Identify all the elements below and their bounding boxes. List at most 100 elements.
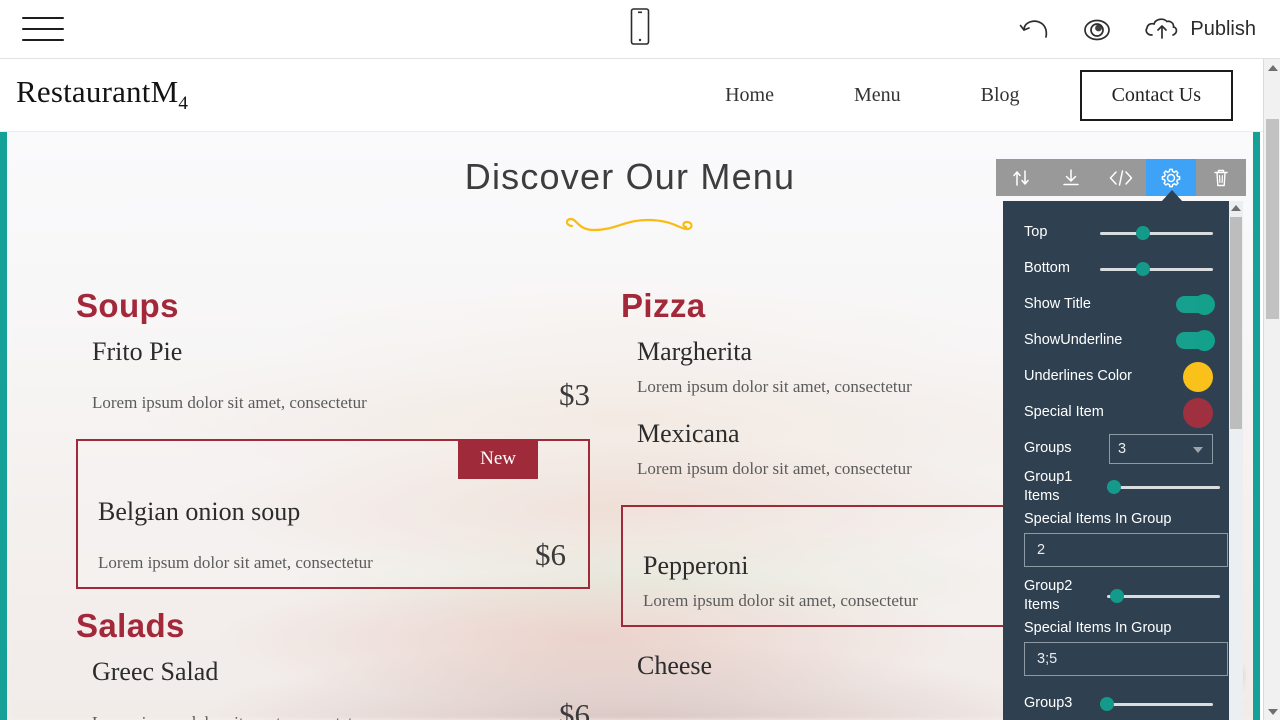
menu-column-left: Soups Frito Pie Lorem ipsum dolor sit am… — [7, 287, 590, 720]
nav-item-home[interactable]: Home — [685, 84, 814, 107]
setting-row-show-title: Show Title — [1024, 287, 1215, 322]
item-description: Lorem ipsum dolor sit amet, consectetur — [92, 713, 367, 720]
nav-item-menu[interactable]: Menu — [814, 84, 941, 107]
brand-suffix: 4 — [178, 93, 189, 115]
setting-row-group3: Group3 — [1024, 686, 1213, 720]
group3-items-slider[interactable] — [1100, 696, 1213, 711]
group2-items-slider[interactable] — [1106, 588, 1220, 603]
hamburger-menu-icon[interactable] — [22, 14, 64, 44]
selection-guide-left — [0, 132, 7, 720]
setting-row-special-item: Special Item — [1024, 395, 1213, 430]
bottom-padding-slider[interactable] — [1100, 261, 1213, 276]
show-underline-toggle[interactable] — [1176, 330, 1215, 351]
setting-label: Underlines Color — [1024, 368, 1132, 385]
menu-item[interactable]: Frito Pie Lorem ipsum dolor sit amet, co… — [76, 331, 590, 429]
slider-knob[interactable] — [1109, 588, 1124, 603]
scroll-up-arrow-icon[interactable] — [1229, 201, 1243, 215]
menu-group-salads: Salads Greec Salad Lorem ipsum dolor sit… — [76, 607, 590, 720]
groups-select[interactable]: 3 — [1109, 433, 1213, 464]
panel-caret — [1161, 190, 1183, 202]
slider-knob[interactable] — [1106, 479, 1121, 494]
setting-label: Group3 — [1024, 695, 1073, 712]
slider-track — [1100, 231, 1213, 235]
undo-arrow-icon[interactable] — [1018, 16, 1052, 44]
special-items-group2-input[interactable]: 3;5 — [1024, 642, 1228, 677]
settings-panel: Top Bottom Show Title ShowUnderline Unde… — [1003, 201, 1243, 720]
setting-row-bottom: Bottom — [1024, 251, 1213, 286]
download-icon[interactable] — [1046, 159, 1096, 196]
nav-item-blog[interactable]: Blog — [941, 84, 1060, 107]
new-badge: New — [458, 439, 538, 479]
site-navigation: Home Menu Blog Contact Us — [685, 59, 1233, 132]
setting-row-underlines-color: Underlines Color — [1024, 359, 1213, 394]
slider-knob[interactable] — [1136, 225, 1150, 240]
site-header: RestaurantM4 Home Menu Blog Contact Us — [0, 59, 1263, 132]
application-toolbar: Publish — [0, 0, 1280, 59]
hamburger-line — [22, 28, 64, 30]
settings-panel-body: Top Bottom Show Title ShowUnderline Unde… — [1003, 201, 1229, 720]
hamburger-line — [22, 17, 64, 19]
slider-track — [1100, 702, 1213, 706]
setting-row-show-underline: ShowUnderline — [1024, 323, 1215, 358]
eye-preview-icon[interactable] — [1078, 16, 1116, 44]
special-item-color-swatch[interactable] — [1183, 397, 1213, 428]
menu-item-special[interactable]: New Belgian onion soup Lorem ipsum dolor… — [76, 439, 590, 589]
publish-button[interactable]: Publish — [1142, 12, 1256, 47]
window-scroll-up-icon[interactable] — [1264, 59, 1280, 76]
trash-delete-icon[interactable] — [1196, 159, 1246, 196]
group1-items-slider[interactable] — [1106, 479, 1220, 494]
item-name: Frito Pie — [92, 337, 183, 366]
underlines-color-swatch[interactable] — [1183, 361, 1213, 392]
setting-label: Special Items In Group — [1024, 620, 1172, 637]
setting-label: Special Items In Group — [1024, 511, 1172, 528]
menu-item[interactable]: Greec Salad Lorem ipsum dolor sit amet, … — [76, 651, 590, 720]
slider-knob[interactable] — [1100, 696, 1114, 711]
item-name: Greec Salad — [92, 657, 219, 686]
setting-row-groups: Groups 3 — [1024, 431, 1213, 466]
move-up-down-icon[interactable] — [996, 159, 1046, 196]
slider-track — [1106, 485, 1220, 489]
groups-select-value: 3 — [1118, 440, 1127, 457]
window-scrollbar[interactable] — [1263, 59, 1280, 720]
slider-knob[interactable] — [1136, 261, 1150, 276]
show-title-toggle[interactable] — [1176, 294, 1215, 315]
nav-contact-us-button[interactable]: Contact Us — [1079, 70, 1233, 121]
item-description: Lorem ipsum dolor sit amet, consectetur — [637, 459, 912, 478]
brand-name: RestaurantM — [16, 74, 179, 110]
toggle-knob — [1194, 294, 1215, 315]
group-title: Salads — [76, 607, 185, 644]
setting-label: Top — [1024, 224, 1048, 241]
group-title: Soups — [76, 287, 179, 324]
setting-row-special-items-group2: Special Items In Group 3;5 — [1024, 620, 1228, 677]
site-brand-logo[interactable]: RestaurantM4 — [16, 74, 188, 115]
special-items-group1-input[interactable]: 2 — [1024, 533, 1228, 568]
slider-track — [1100, 267, 1213, 271]
block-toolbar — [996, 159, 1246, 196]
window-scroll-down-icon[interactable] — [1264, 703, 1280, 720]
input-value: 3;5 — [1037, 651, 1058, 668]
settings-panel-scrollbar[interactable] — [1229, 201, 1243, 720]
item-description: Lorem ipsum dolor sit amet, consectetur — [643, 591, 918, 610]
item-name: Belgian onion soup — [98, 497, 301, 526]
setting-row-group1-items: Group1 Items — [1024, 468, 1220, 505]
menu-group-soups: Soups Frito Pie Lorem ipsum dolor sit am… — [76, 287, 590, 589]
site-canvas: RestaurantM4 Home Menu Blog Contact Us D… — [0, 59, 1263, 720]
code-brackets-icon[interactable] — [1096, 159, 1146, 196]
publish-label: Publish — [1190, 18, 1256, 40]
window-scrollbar-thumb[interactable] — [1266, 119, 1279, 319]
cloud-upload-icon — [1142, 12, 1182, 47]
app-bar-actions: Publish — [1018, 0, 1256, 59]
scrollbar-thumb[interactable] — [1230, 217, 1242, 429]
setting-label: Groups — [1024, 440, 1072, 457]
item-price: $6 — [535, 537, 566, 572]
mobile-device-icon[interactable] — [630, 8, 650, 51]
setting-row-special-items-group1: Special Items In Group 2 — [1024, 511, 1228, 568]
setting-label: Show Title — [1024, 296, 1091, 313]
setting-row-top: Top — [1024, 215, 1213, 250]
setting-label: Special Item — [1024, 404, 1104, 421]
setting-label: Group1 Items — [1024, 469, 1073, 504]
setting-label: Bottom — [1024, 260, 1070, 277]
top-padding-slider[interactable] — [1100, 225, 1213, 240]
item-description: Lorem ipsum dolor sit amet, consectetur — [92, 393, 367, 412]
item-price: $3 — [559, 377, 590, 412]
